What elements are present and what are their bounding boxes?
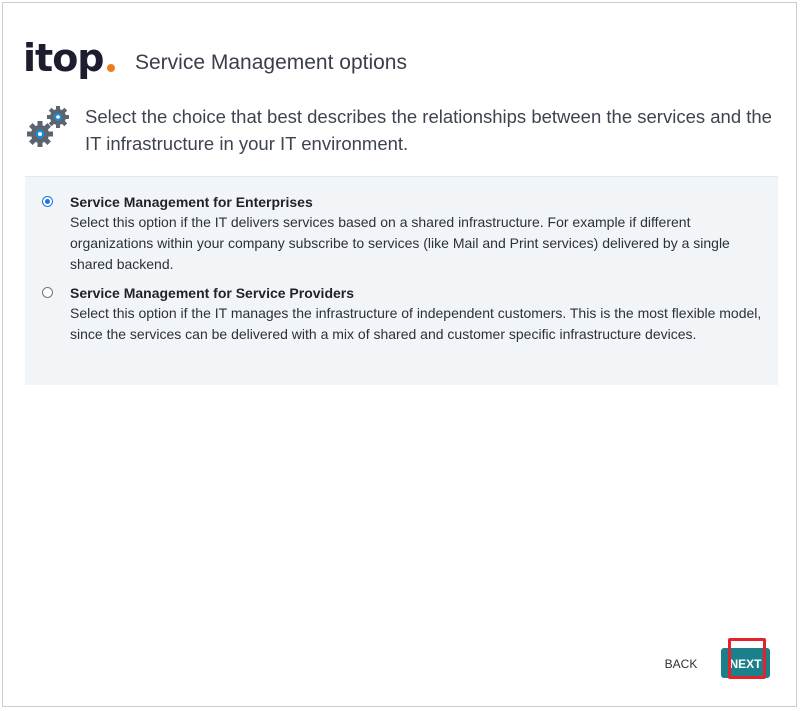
option-description-enterprises: Select this option if the IT delivers se… (70, 214, 730, 272)
option-description-service-providers: Select this option if the IT manages the… (70, 305, 762, 342)
installer-window: itop Service Management options Select t… (2, 2, 797, 707)
itop-logo: itop (23, 36, 104, 80)
next-button[interactable]: NEXT (721, 648, 770, 678)
options-panel: Service Management for Enterprises Selec… (25, 176, 778, 385)
radio-enterprises[interactable] (42, 196, 53, 207)
option-title-service-providers[interactable]: Service Management for Service Providers (70, 284, 354, 302)
gears-icon (27, 106, 69, 147)
back-button[interactable]: BACK (655, 651, 707, 675)
intro-text: Select the choice that best describes th… (85, 106, 772, 154)
radio-service-providers[interactable] (42, 287, 53, 298)
option-title-enterprises[interactable]: Service Management for Enterprises (70, 193, 313, 211)
logo-dot (107, 64, 115, 72)
page-title: Service Management options (135, 51, 407, 74)
